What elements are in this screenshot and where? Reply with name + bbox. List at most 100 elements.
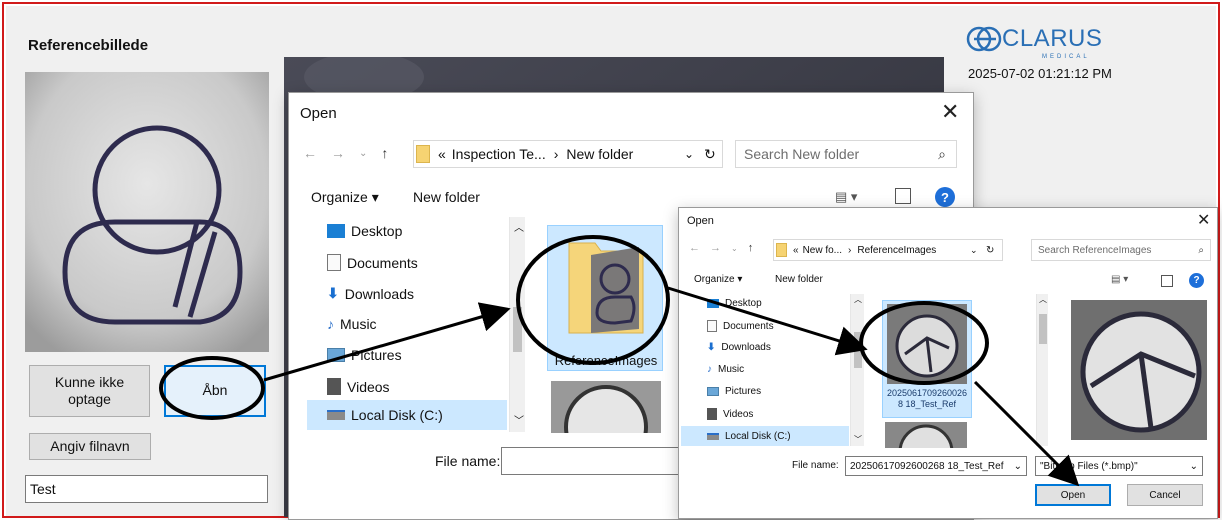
scrollbar-thumb[interactable] (854, 332, 862, 368)
search-box[interactable]: Search New folder ⌕ (735, 140, 957, 168)
documents-icon (707, 320, 717, 332)
folder-icon (776, 243, 787, 257)
clarus-logo: CLARUS (966, 24, 1102, 54)
nav-documents[interactable]: Documents (707, 320, 774, 332)
scrollbar-thumb[interactable] (513, 307, 522, 352)
videos-icon (707, 408, 717, 420)
nav-local-disk[interactable]: Local Disk (C:) (681, 426, 849, 446)
new-folder-button[interactable]: New folder (775, 274, 823, 285)
failed-capture-button[interactable]: Kunne ikke optage (29, 365, 150, 417)
help-icon[interactable]: ? (1189, 273, 1204, 288)
file-name-input[interactable] (501, 447, 681, 475)
nav-local-disk[interactable]: Local Disk (C:) (307, 400, 507, 430)
nav-desktop[interactable]: Desktop (707, 298, 762, 309)
nav-downloads[interactable]: ⬇ Downloads (327, 285, 414, 302)
scroll-down-icon[interactable]: ﹀ (514, 412, 524, 427)
file-scrollbar[interactable]: ︿ (1036, 294, 1048, 446)
breadcrumb-item[interactable]: Inspection Te... (452, 146, 546, 162)
recent-chevron-icon[interactable]: ⌄ (359, 148, 367, 159)
breadcrumb-current[interactable]: ReferenceImages (857, 245, 936, 256)
scroll-down-icon[interactable]: ﹀ (854, 434, 862, 445)
search-placeholder: Search New folder (744, 146, 860, 162)
refresh-icon[interactable]: ↻ (704, 146, 716, 163)
recent-chevron-icon[interactable]: ⌄ (731, 244, 738, 253)
set-filename-button[interactable]: Angiv filnavn (29, 433, 151, 460)
nav-scrollbar[interactable]: ︿ ﹀ (850, 294, 864, 446)
help-icon[interactable]: ? (935, 187, 955, 207)
back-arrow-icon[interactable]: ← (303, 145, 317, 161)
nav-pictures[interactable]: Pictures (707, 386, 761, 397)
pictures-icon (707, 387, 719, 396)
nav-downloads[interactable]: ⬇ Downloads (707, 342, 771, 353)
dialog-title: Open (687, 215, 714, 227)
folder-name: ReferenceImages (554, 353, 658, 368)
nav-desktop[interactable]: Desktop (327, 223, 402, 239)
close-icon[interactable]: ✕ (1197, 210, 1210, 230)
address-bar[interactable]: « Inspection Te... › New folder ⌄ ↻ (413, 140, 723, 168)
up-arrow-icon[interactable]: ↑ (381, 145, 388, 161)
file-name-label: File name: (792, 460, 839, 471)
documents-icon (327, 254, 341, 271)
view-options-icon[interactable]: ▤ ▾ (835, 189, 857, 205)
address-bar[interactable]: « New fo... › ReferenceImages ⌄ ↻ (773, 239, 1003, 261)
close-icon[interactable]: ✕ (941, 99, 959, 125)
file-type-select[interactable]: "Bitmap Files (*.bmp)" ⌄ (1035, 456, 1203, 476)
organize-menu[interactable]: Organize ▾ (694, 274, 742, 285)
scrollbar-thumb[interactable] (1039, 314, 1047, 344)
music-icon: ♪ (707, 364, 712, 375)
chevron-down-icon[interactable]: ⌄ (684, 147, 694, 161)
breadcrumb-current[interactable]: New folder (566, 146, 633, 162)
chevron-down-icon[interactable]: ⌄ (1014, 461, 1022, 472)
search-icon: ⌕ (938, 145, 946, 162)
breadcrumb-item[interactable]: New fo... (803, 245, 842, 256)
scroll-up-icon[interactable]: ︿ (1039, 294, 1047, 305)
chevron-down-icon[interactable]: ⌄ (1190, 461, 1198, 472)
dialog-cancel-button[interactable]: Cancel (1127, 484, 1203, 506)
reference-image-title: Referencebillede (28, 37, 149, 54)
up-arrow-icon[interactable]: ↑ (748, 242, 754, 254)
search-placeholder: Search ReferenceImages (1038, 244, 1152, 256)
downloads-icon: ⬇ (327, 285, 339, 301)
folder-thumbnail (561, 233, 651, 343)
dialog-open-button[interactable]: Open (1035, 484, 1111, 506)
chevron-down-icon[interactable]: ⌄ (970, 245, 978, 256)
desktop-icon (327, 224, 345, 238)
videos-icon (327, 378, 341, 395)
drive-icon (327, 410, 345, 420)
second-file-thumbnail[interactable] (885, 422, 967, 448)
search-box[interactable]: Search ReferenceImages ⌕ (1031, 239, 1211, 261)
nav-pictures[interactable]: Pictures (327, 347, 402, 363)
logo-subtitle: MEDICAL (1042, 54, 1090, 60)
back-arrow-icon[interactable]: ← (689, 242, 700, 254)
new-folder-button[interactable]: New folder (413, 189, 480, 205)
breadcrumb-separator: › (553, 146, 559, 162)
scroll-up-icon[interactable]: ︿ (854, 294, 862, 305)
refresh-icon[interactable]: ↻ (986, 245, 994, 256)
filename-input[interactable]: Test (25, 475, 268, 503)
forward-arrow-icon[interactable]: → (710, 242, 721, 254)
file-name-input[interactable]: 20250617092600268 18_Test_Ref ⌄ (845, 456, 1027, 476)
second-file-thumbnail[interactable] (551, 381, 661, 433)
nav-music[interactable]: ♪ Music (707, 364, 744, 375)
preview-pane-icon[interactable] (1161, 275, 1173, 287)
nav-music[interactable]: ♪ Music (327, 316, 377, 332)
open-button[interactable]: Åbn (164, 365, 266, 417)
preview-image (1071, 300, 1207, 440)
nav-documents[interactable]: Documents (327, 254, 418, 271)
reference-image (25, 72, 269, 352)
breadcrumb-overflow[interactable]: « (438, 146, 446, 162)
timestamp: 2025-07-02 01:21:12 PM (968, 66, 1112, 81)
organize-menu[interactable]: Organize ▾ (311, 189, 379, 206)
music-icon: ♪ (327, 316, 334, 332)
breadcrumb-overflow[interactable]: « (793, 245, 799, 256)
view-options-icon[interactable]: ▤ ▾ (1111, 274, 1128, 285)
file-thumbnail (887, 304, 967, 384)
pictures-icon (327, 348, 345, 362)
nav-videos[interactable]: Videos (707, 408, 753, 420)
scroll-up-icon[interactable]: ︿ (514, 219, 524, 234)
nav-videos[interactable]: Videos (327, 378, 390, 395)
nav-scrollbar[interactable]: ︿ ﹀ (509, 217, 525, 432)
folder-icon (416, 145, 430, 163)
forward-arrow-icon[interactable]: → (331, 145, 345, 161)
preview-pane-icon[interactable] (895, 188, 911, 204)
